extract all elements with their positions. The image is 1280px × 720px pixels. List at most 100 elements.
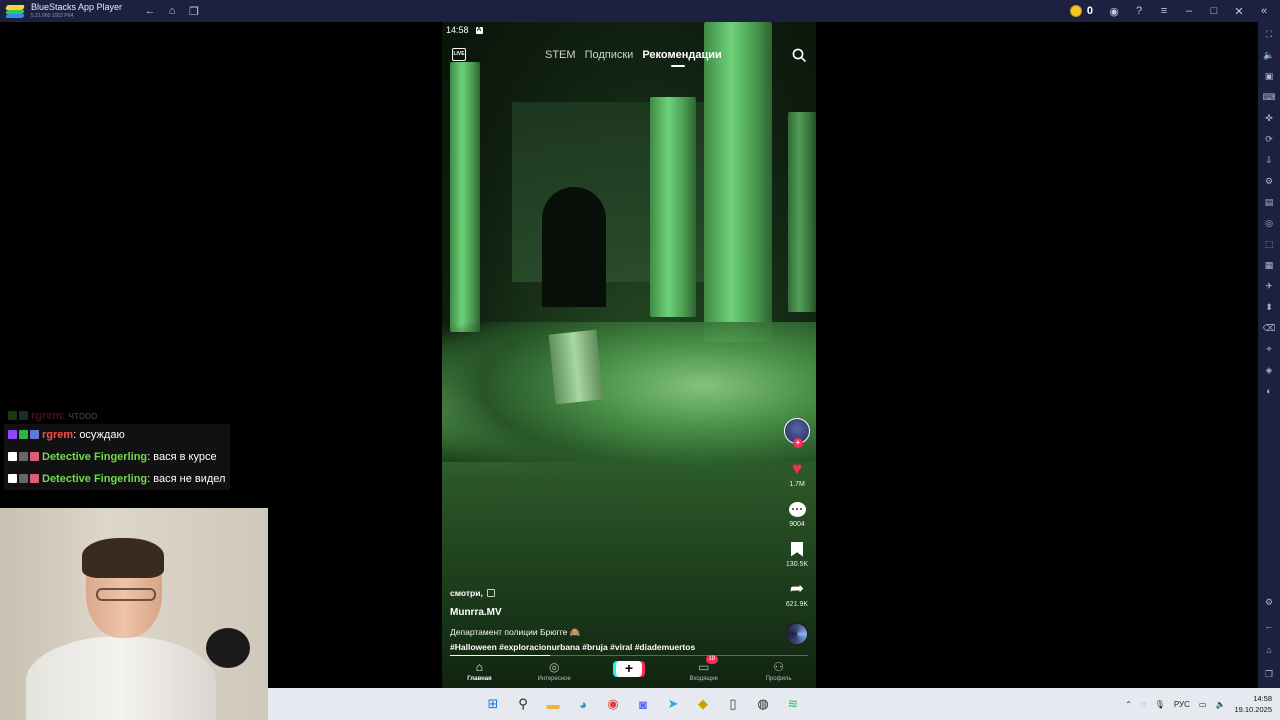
settings-gear-icon[interactable]: ⚙ — [1263, 594, 1275, 610]
video-caption: смотри, Munrra.MV Департамент полиции Бр… — [450, 588, 780, 652]
tray-time: 14:58 — [1253, 694, 1272, 703]
creator-avatar[interactable]: + — [784, 418, 810, 448]
file-explorer-icon[interactable]: ▬ — [542, 693, 564, 715]
display-tray-icon[interactable]: ▭ — [1199, 700, 1207, 709]
chat-message: rgrem: осуждаю — [4, 424, 230, 446]
video-pillar-left — [450, 62, 480, 332]
help-icon[interactable]: ? — [1129, 5, 1149, 17]
home-icon[interactable]: ⌂ — [162, 5, 182, 18]
obs-icon[interactable]: ◍ — [752, 693, 774, 715]
chat-username: Detective Fingerling — [42, 473, 148, 485]
volume-icon[interactable]: 🔈 — [1263, 47, 1275, 63]
video-progress-fill — [450, 655, 551, 656]
chat-badge-icon — [8, 411, 17, 420]
telegram-icon[interactable]: ➤ — [662, 693, 684, 715]
menu-icon[interactable]: ≡ — [1154, 5, 1174, 17]
account-icon[interactable]: ◉ — [1104, 5, 1124, 18]
performance-icon[interactable]: ▤ — [1263, 194, 1275, 210]
location-icon[interactable]: ⌖ — [1263, 341, 1275, 357]
close-icon[interactable]: ✕ — [1229, 5, 1249, 18]
chat-message: Detective Fingerling: вася в курсе — [4, 446, 230, 468]
chrome-icon[interactable]: ◉ — [602, 693, 624, 715]
volume-tray-icon[interactable]: 🔈 — [1215, 700, 1225, 709]
android-back-icon[interactable]: ← — [1263, 618, 1275, 634]
network-tray-icon[interactable]: ◌ — [1141, 700, 1146, 709]
video-description[interactable]: Департамент полиции Брюгге 🙈 — [450, 627, 780, 638]
tray-clock[interactable]: 14:58 19.10.2025 — [1234, 693, 1272, 715]
keyboard-icon[interactable]: ⌨ — [1263, 89, 1276, 105]
windows-taskbar: ⊞ ⚲ ▬ ◕ ◉ ◙ ➤ ◆ ▯ ◍ ≋ ⌃ ◌ 🎙 РУС ▭ 🔈 14:5… — [268, 688, 1280, 720]
chat-username: rgrem — [42, 429, 74, 441]
nav-home[interactable]: ⌂ Главная — [449, 659, 509, 683]
tab-for-you[interactable]: Рекомендации — [642, 49, 722, 67]
follow-plus-icon[interactable]: + — [793, 438, 803, 448]
screenshot-icon[interactable]: ⬚ — [1263, 236, 1275, 252]
nav-create[interactable]: + — [599, 660, 659, 677]
like-count: 1.7M — [789, 481, 805, 488]
sub-badge-icon — [30, 474, 39, 483]
video-action-column: + ♥ 1.7M 9004 130.5K ➦ 621.9K — [782, 418, 812, 646]
tiktok-phone-screen[interactable]: 14:58 A LIVE STEM Подписки Рекомендации … — [442, 22, 816, 688]
gamepad-icon[interactable]: ✜ — [1263, 110, 1275, 126]
edge-browser-icon[interactable]: ◕ — [572, 693, 594, 715]
bluestacks-logo — [5, 3, 25, 19]
media-folder-icon[interactable]: ▦ — [1263, 257, 1275, 273]
chat-message: Detective Fingerling: вася не видел — [4, 468, 230, 490]
chat-text: вася в курсе — [153, 451, 217, 463]
camera-icon[interactable]: ◎ — [1263, 215, 1275, 231]
chat-badge-icon — [19, 411, 28, 420]
live-icon[interactable]: LIVE — [452, 48, 466, 61]
chat-username: rgrem — [31, 410, 63, 422]
video-hashtags[interactable]: #Halloween #exploracionurbana #bruja #vi… — [450, 642, 780, 652]
search-icon[interactable] — [792, 48, 806, 62]
sync-icon[interactable]: ⟳ — [1263, 131, 1275, 147]
coin-icon[interactable] — [1069, 5, 1082, 17]
tray-expand-icon[interactable]: ⌃ — [1125, 700, 1132, 709]
android-home-icon[interactable]: ⌂ — [1263, 642, 1275, 658]
watch-tag-label: смотри, — [450, 588, 483, 598]
search-taskbar-icon[interactable]: ⚲ — [512, 693, 534, 715]
like-heart-icon[interactable]: ♥ — [787, 459, 807, 478]
nav-profile[interactable]: ⚇ Профиль — [749, 659, 809, 683]
back-arrow-icon[interactable]: ← — [140, 5, 160, 18]
notepad-icon[interactable]: ▯ — [722, 693, 744, 715]
airplane-icon[interactable]: ✈ — [1263, 278, 1275, 294]
chat-username: Detective Fingerling — [42, 451, 148, 463]
comment-count: 9004 — [789, 521, 805, 528]
sub-badge-icon — [30, 430, 39, 439]
discord-icon[interactable]: ◙ — [632, 693, 654, 715]
video-author[interactable]: Munrra.MV — [450, 607, 780, 618]
home-nav-icon: ⌂ — [475, 659, 484, 674]
tab-stem[interactable]: STEM — [545, 49, 576, 61]
bluestacks-taskbar-icon[interactable]: ≋ — [782, 693, 804, 715]
maximize-icon[interactable]: □ — [1204, 5, 1224, 17]
bookmark-icon[interactable] — [787, 540, 807, 558]
app-icon[interactable]: ◆ — [692, 693, 714, 715]
profile-icon: ⚇ — [773, 659, 784, 674]
microphone-icon — [206, 628, 250, 668]
eco-mode-icon[interactable]: ◐ — [1263, 383, 1275, 399]
mic-tray-icon[interactable]: 🎙 — [1155, 700, 1165, 709]
resize-icon[interactable]: ⬍ — [1263, 299, 1275, 315]
collapse-sidebar-icon[interactable]: « — [1254, 5, 1274, 17]
language-indicator[interactable]: РУС — [1174, 700, 1190, 709]
fullscreen-icon[interactable]: ⛶ — [1263, 26, 1275, 42]
nav-discover[interactable]: ◎ Интересное — [524, 660, 584, 683]
tab-following[interactable]: Подписки — [585, 49, 634, 61]
android-recents-icon[interactable]: ❐ — [1263, 666, 1275, 682]
screen-record-icon[interactable]: ▣ — [1263, 68, 1275, 84]
share-arrow-icon[interactable]: ➦ — [787, 579, 807, 598]
eraser-icon[interactable]: ⌫ — [1263, 320, 1276, 336]
minimize-icon[interactable]: – — [1179, 5, 1199, 17]
layers-icon[interactable]: ◈ — [1263, 362, 1275, 378]
video-progress-bar[interactable] — [450, 655, 808, 656]
watch-tag[interactable]: смотри, — [450, 588, 780, 598]
live-label: LIVE — [453, 51, 465, 57]
multi-instance-icon[interactable]: ❐ — [184, 5, 204, 18]
install-apk-icon[interactable]: ⇩ — [1263, 152, 1275, 168]
music-disc-icon[interactable] — [785, 622, 809, 646]
comment-icon[interactable] — [787, 500, 807, 518]
windows-start-icon[interactable]: ⊞ — [482, 693, 504, 715]
nav-inbox[interactable]: ▭ 18 Входящие — [674, 655, 734, 682]
macro-icon[interactable]: ⚙ — [1263, 173, 1275, 189]
